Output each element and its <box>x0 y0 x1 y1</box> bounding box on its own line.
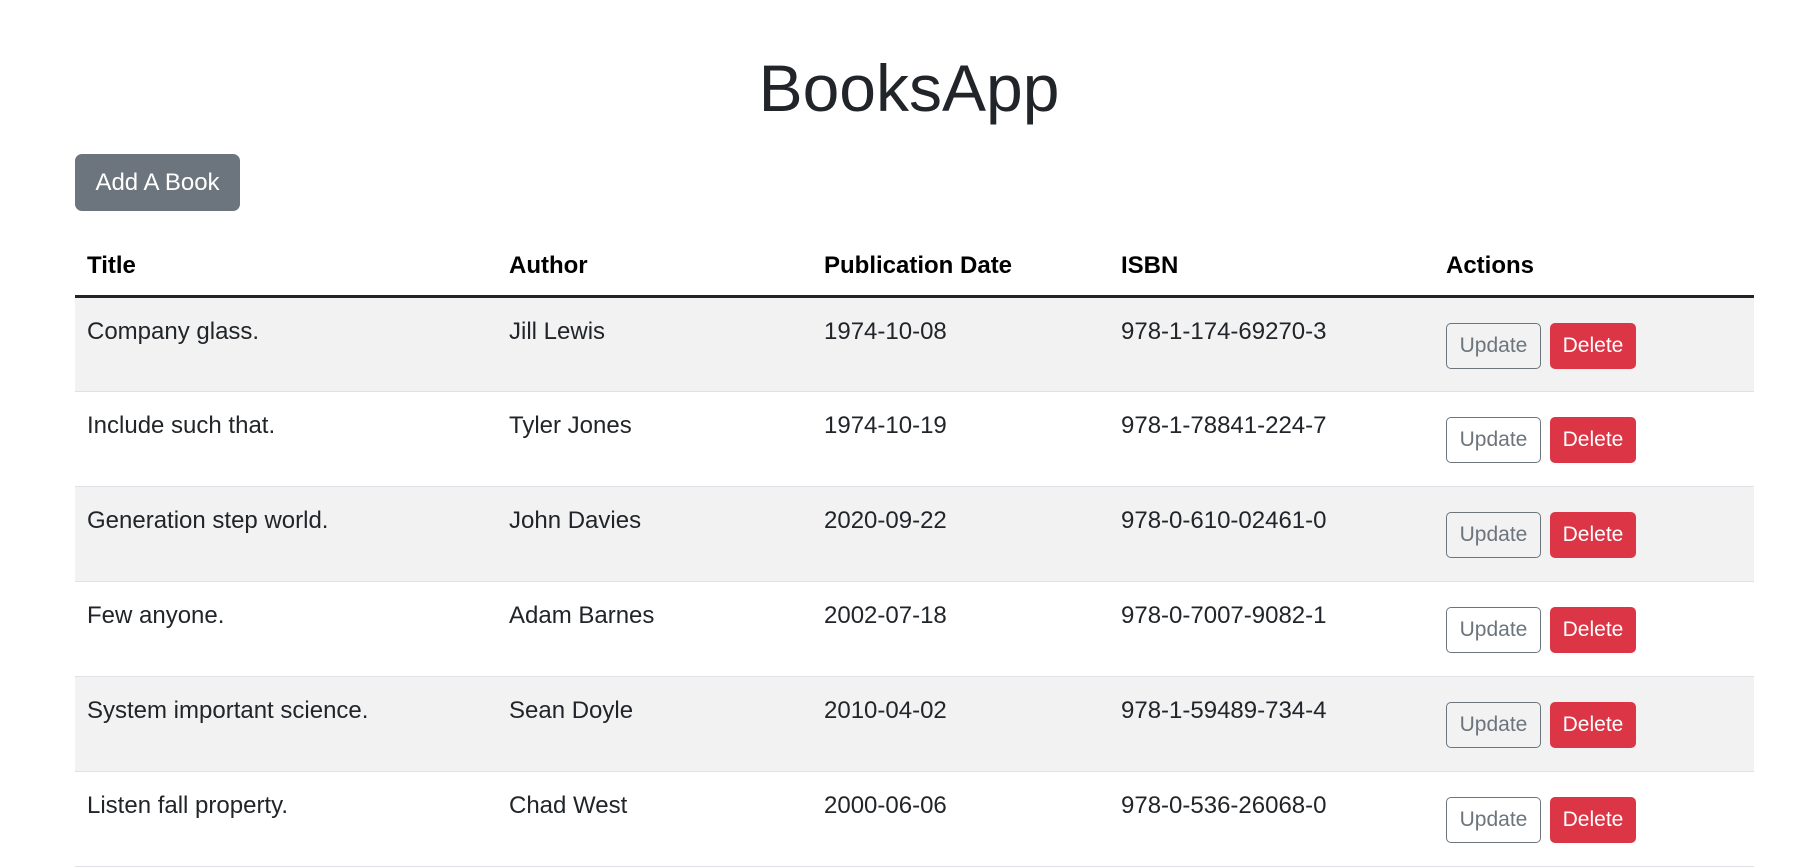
column-header-isbn: ISBN <box>1109 238 1434 298</box>
cell-isbn: 978-1-78841-224-7 <box>1109 391 1434 487</box>
cell-publication-date: 2020-09-22 <box>812 486 1109 582</box>
cell-isbn: 978-0-610-02461-0 <box>1109 486 1434 582</box>
cell-publication-date: 1974-10-08 <box>812 296 1109 392</box>
table-row: Listen fall property. Chad West 2000-06-… <box>75 771 1754 867</box>
column-header-actions: Actions <box>1434 238 1754 298</box>
cell-actions: Update Delete <box>1434 676 1754 772</box>
delete-button[interactable]: Delete <box>1550 511 1636 558</box>
table-row: Generation step world. John Davies 2020-… <box>75 486 1754 582</box>
delete-button[interactable]: Delete <box>1550 701 1636 748</box>
books-table: Title Author Publication Date ISBN Actio… <box>75 238 1754 867</box>
column-header-title: Title <box>75 238 497 298</box>
cell-title: Few anyone. <box>75 581 497 677</box>
table-header: Title Author Publication Date ISBN Actio… <box>75 238 1754 298</box>
cell-publication-date: 2002-07-18 <box>812 581 1109 677</box>
cell-title: Listen fall property. <box>75 771 497 867</box>
table-row: System important science. Sean Doyle 201… <box>75 676 1754 772</box>
cell-title: Include such that. <box>75 391 497 487</box>
cell-actions: Update Delete <box>1434 486 1754 582</box>
cell-isbn: 978-0-7007-9082-1 <box>1109 581 1434 677</box>
update-button[interactable]: Update <box>1446 322 1541 369</box>
cell-publication-date: 2000-06-06 <box>812 771 1109 867</box>
delete-button[interactable]: Delete <box>1550 322 1636 369</box>
table-header-row: Title Author Publication Date ISBN Actio… <box>75 238 1754 298</box>
add-book-button[interactable]: Add A Book <box>75 154 240 211</box>
cell-title: System important science. <box>75 676 497 772</box>
cell-author: Jill Lewis <box>497 296 812 392</box>
table-row: Include such that. Tyler Jones 1974-10-1… <box>75 391 1754 487</box>
delete-button[interactable]: Delete <box>1550 606 1636 653</box>
update-button[interactable]: Update <box>1446 701 1541 748</box>
cell-actions: Update Delete <box>1434 296 1754 392</box>
cell-author: Sean Doyle <box>497 676 812 772</box>
cell-actions: Update Delete <box>1434 771 1754 867</box>
page-title: BooksApp <box>758 51 1060 125</box>
cell-publication-date: 1974-10-19 <box>812 391 1109 487</box>
column-header-publication-date: Publication Date <box>812 238 1109 298</box>
cell-title: Company glass. <box>75 296 497 392</box>
cell-author: Tyler Jones <box>497 391 812 487</box>
cell-author: Adam Barnes <box>497 581 812 677</box>
cell-publication-date: 2010-04-02 <box>812 676 1109 772</box>
cell-isbn: 978-1-59489-734-4 <box>1109 676 1434 772</box>
table-row: Few anyone. Adam Barnes 2002-07-18 978-0… <box>75 581 1754 677</box>
cell-author: Chad West <box>497 771 812 867</box>
update-button[interactable]: Update <box>1446 606 1541 653</box>
cell-isbn: 978-0-536-26068-0 <box>1109 771 1434 867</box>
table-row: Company glass. Jill Lewis 1974-10-08 978… <box>75 296 1754 392</box>
cell-actions: Update Delete <box>1434 581 1754 677</box>
update-button[interactable]: Update <box>1446 416 1541 463</box>
table-body: Company glass. Jill Lewis 1974-10-08 978… <box>75 296 1754 867</box>
cell-author: John Davies <box>497 486 812 582</box>
cell-title: Generation step world. <box>75 486 497 582</box>
cell-actions: Update Delete <box>1434 391 1754 487</box>
delete-button[interactable]: Delete <box>1550 416 1636 463</box>
column-header-author: Author <box>497 238 812 298</box>
cell-isbn: 978-1-174-69270-3 <box>1109 296 1434 392</box>
update-button[interactable]: Update <box>1446 511 1541 558</box>
